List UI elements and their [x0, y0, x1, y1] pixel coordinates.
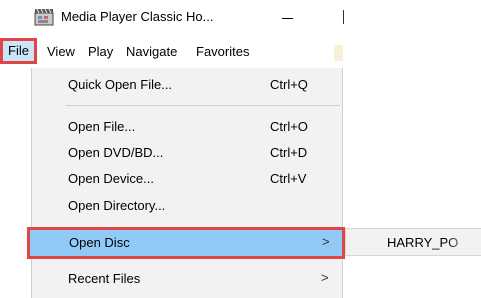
- film-clapper-icon: [34, 8, 54, 26]
- menu-item-label: Quick Open File...: [68, 77, 173, 92]
- menu-item-shortcut: Ctrl+O: [270, 119, 308, 134]
- menubar-overflow: [334, 45, 343, 61]
- submenu-fade: [445, 229, 481, 255]
- menu-item-shortcut: Ctrl+V: [270, 171, 307, 186]
- menu-item-label: Open DVD/BD...: [68, 145, 164, 160]
- menu-item-recent-files[interactable]: Recent Files >: [32, 267, 342, 291]
- chevron-right-icon: >: [321, 270, 329, 285]
- open-disc-submenu: HARRY_PO: [345, 228, 481, 256]
- menu-item-open-directory[interactable]: Open Directory...: [32, 194, 342, 218]
- menu-item-open-device[interactable]: Open Device... Ctrl+V: [32, 167, 342, 191]
- menu-item-shortcut: Ctrl+Q: [270, 77, 308, 92]
- menu-file[interactable]: File: [0, 38, 37, 64]
- menu-item-label: Open File...: [68, 119, 136, 134]
- menu-bar: View Play Navigate Favorites: [0, 40, 343, 64]
- menu-item-shortcut: Ctrl+D: [270, 145, 308, 160]
- menu-navigate[interactable]: Navigate: [126, 43, 177, 61]
- menu-item-label: Open Device...: [68, 171, 154, 186]
- menu-favorites[interactable]: Favorites: [196, 43, 249, 61]
- screen: Media Player Classic Ho... View Play Nav…: [0, 0, 481, 298]
- chevron-right-icon: >: [322, 234, 330, 249]
- minimize-button[interactable]: [276, 5, 300, 31]
- menu-item-open-disc[interactable]: Open Disc >: [27, 227, 345, 259]
- menu-item-label: Open Disc: [69, 235, 130, 250]
- menu-item-label: Recent Files: [68, 271, 141, 286]
- menu-play[interactable]: Play: [88, 43, 113, 61]
- menu-item-label: Open Directory...: [68, 198, 166, 213]
- menu-file-label: File: [8, 43, 29, 58]
- title-bar: Media Player Classic Ho...: [0, 0, 481, 36]
- file-menu-dropdown: Quick Open File... Ctrl+Q Open File... C…: [31, 68, 343, 298]
- menu-item-quick-open-file[interactable]: Quick Open File... Ctrl+Q: [32, 73, 342, 97]
- window-edge: [343, 10, 344, 24]
- menu-view[interactable]: View: [47, 43, 75, 61]
- menu-item-open-dvd-bd[interactable]: Open DVD/BD... Ctrl+D: [32, 141, 342, 165]
- window-title: Media Player Classic Ho...: [61, 9, 214, 24]
- menu-item-open-file[interactable]: Open File... Ctrl+O: [32, 115, 342, 139]
- menu-separator: [66, 105, 340, 106]
